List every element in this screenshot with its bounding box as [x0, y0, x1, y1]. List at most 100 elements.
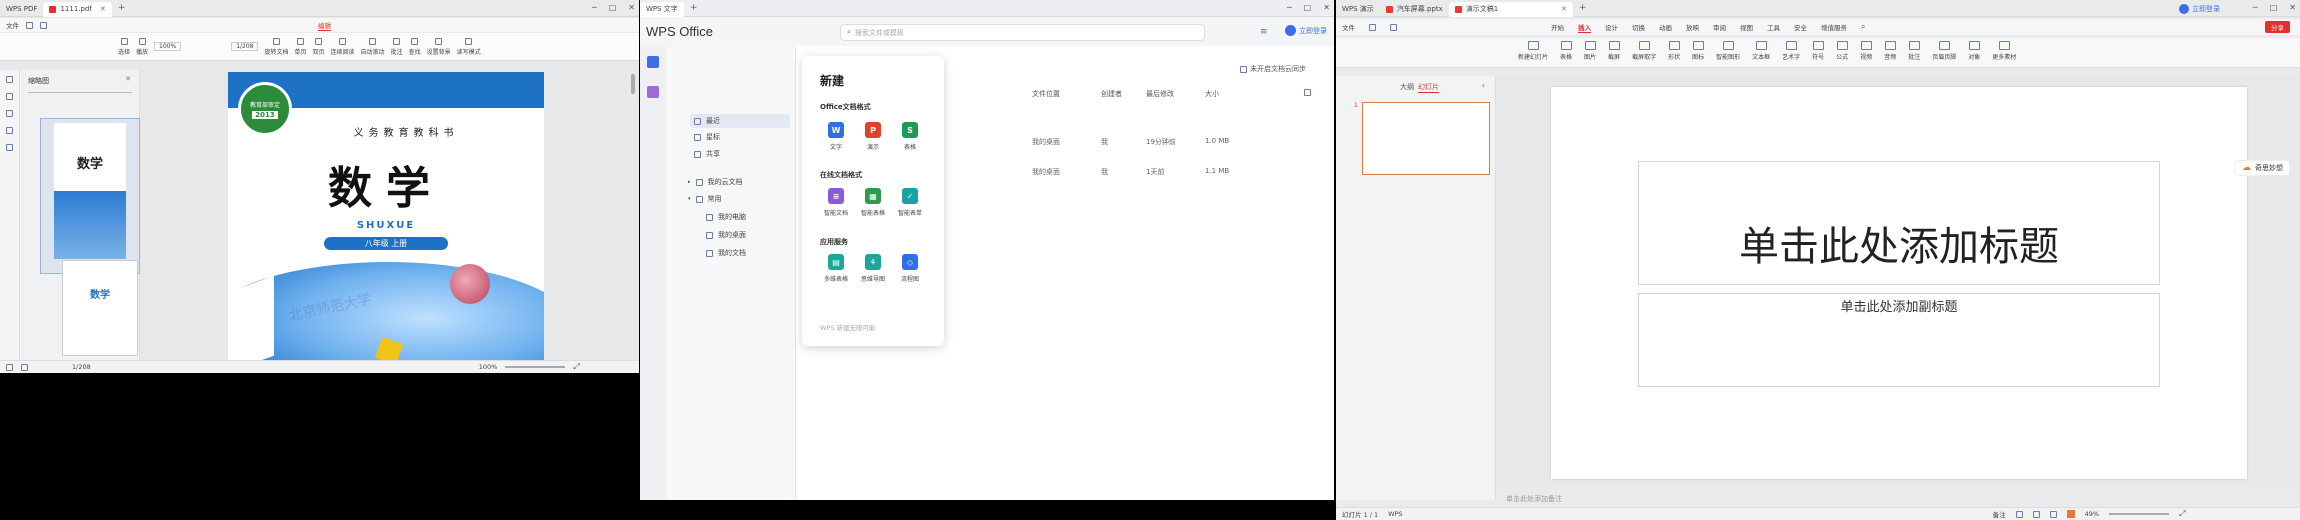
menu-transition[interactable]: 切换	[1632, 22, 1645, 32]
thumbnail-page-1[interactable]: 数学 第1页	[40, 118, 140, 274]
share-button[interactable]: 分享	[2265, 21, 2290, 33]
shape-button[interactable]: 形状	[1668, 41, 1680, 61]
fullscreen-icon[interactable]: ⤢	[573, 362, 579, 372]
first-page-icon[interactable]	[21, 363, 28, 371]
tab-wps-pdf[interactable]: WPS PDF	[0, 2, 43, 17]
ocr-button[interactable]: 截屏取字	[1632, 41, 1656, 61]
title-placeholder[interactable]: 单击此处添加标题	[1638, 161, 2160, 285]
smart-graphic-button[interactable]: 智能图形	[1716, 41, 1740, 61]
smart-doc-icon[interactable]: ≡	[828, 188, 844, 204]
single-page-tool[interactable]: 单页	[295, 37, 307, 56]
close-window-icon[interactable]: ✕	[628, 3, 635, 12]
textbox-button[interactable]: 文本框	[1752, 41, 1770, 61]
tab-outline[interactable]: 大纲	[1400, 82, 1414, 92]
save-icon[interactable]	[40, 21, 47, 29]
header-footer-button[interactable]: 页眉页脚	[1932, 41, 1956, 61]
menu-review[interactable]: 审阅	[1713, 22, 1726, 32]
collapse-icon[interactable]: ‹	[1482, 81, 1485, 90]
table-button[interactable]: 表格	[1560, 41, 1572, 61]
notes-area[interactable]: 单击此处添加备注	[1506, 494, 1562, 504]
tab-presentation1[interactable]: 演示文稿1 ✕	[1448, 1, 1573, 17]
col-location[interactable]: 文件位置	[1032, 89, 1060, 99]
object-button[interactable]: 对象	[1968, 41, 1980, 61]
menu-design[interactable]: 设计	[1605, 22, 1618, 32]
background-tool[interactable]: 设置背景	[427, 37, 451, 56]
more-assets-button[interactable]: 更多素材	[1992, 41, 2016, 61]
find-tool[interactable]: 查找	[409, 37, 421, 56]
spreadsheet-app-icon[interactable]: S	[902, 122, 918, 138]
menu-security[interactable]: 安全	[1794, 22, 1807, 32]
flowchart-icon[interactable]: ◇	[902, 254, 918, 270]
symbol-button[interactable]: 符号	[1812, 41, 1824, 61]
picture-button[interactable]: 图片	[1584, 41, 1596, 61]
new-slide-button[interactable]: 新建幻灯片	[1518, 41, 1548, 61]
nav-recent[interactable]: 最近	[690, 114, 790, 128]
minimize-icon[interactable]: ─	[1287, 3, 1292, 12]
screenshot-button[interactable]: 截屏	[1608, 41, 1620, 61]
tab-1111-pdf[interactable]: 1111.pdf ✕	[43, 1, 112, 17]
search-icon[interactable]: ⌕	[1861, 22, 1865, 32]
close-icon[interactable]: ✕	[1561, 5, 1567, 13]
sidebar-toggle-icon[interactable]	[6, 363, 13, 371]
rotate-tool[interactable]: 旋转文档	[264, 37, 289, 56]
zoom-slider[interactable]	[505, 366, 566, 368]
new-tab-plus-icon[interactable]: +	[1579, 3, 1587, 13]
col-modified[interactable]: 最后修改	[1146, 89, 1174, 99]
select-tool[interactable]: 选择	[118, 37, 130, 56]
status-zoom[interactable]: 49%	[2085, 510, 2099, 518]
zoom-slider[interactable]	[2109, 513, 2170, 515]
menu-file[interactable]: 文件	[1342, 22, 1355, 32]
reading-view-icon[interactable]	[2049, 510, 2057, 518]
close-panel-icon[interactable]: ✕	[125, 75, 131, 83]
minimize-icon[interactable]: ─	[2253, 3, 2258, 12]
col-creator[interactable]: 创建者	[1101, 89, 1122, 99]
thumb-size-slider[interactable]	[28, 92, 132, 93]
nav-my-computer[interactable]: 我的电脑	[706, 212, 746, 222]
close-window-icon[interactable]: ✕	[1323, 3, 1330, 12]
menu-tools[interactable]: 工具	[1767, 22, 1780, 32]
folder-icon[interactable]	[26, 21, 33, 29]
menu-view[interactable]: 视图	[1740, 22, 1753, 32]
undo-icon[interactable]	[1390, 23, 1397, 31]
smart-form-icon[interactable]: ✓	[902, 188, 918, 204]
multi-table-icon[interactable]: ▤	[828, 254, 844, 270]
tab-wps-writer[interactable]: WPS 文字	[640, 1, 684, 17]
nav-common[interactable]: ▾ 常用	[688, 194, 722, 204]
icons-button[interactable]: 图标	[1692, 41, 1704, 61]
col-size[interactable]: 大小	[1205, 89, 1219, 99]
play-icon[interactable]	[2066, 510, 2075, 518]
new-tab-plus-icon[interactable]: +	[118, 3, 126, 13]
nav-cloud-docs[interactable]: ▸ 我的云文档	[688, 177, 743, 187]
annotate-tool[interactable]: 批注	[391, 37, 403, 56]
smart-sheet-icon[interactable]: ▦	[865, 188, 881, 204]
menu-home[interactable]: 开始	[1551, 22, 1564, 32]
comment-icon[interactable]	[6, 110, 13, 117]
maximize-icon[interactable]: □	[1304, 3, 1312, 12]
slide-thumbnail[interactable]	[1362, 102, 1490, 175]
wordart-button[interactable]: 艺术字	[1782, 41, 1800, 61]
formula-button[interactable]: 公式	[1836, 41, 1848, 61]
tab-wps-present[interactable]: WPS 演示	[1336, 2, 1380, 17]
play-tool[interactable]: 播放	[136, 37, 148, 56]
page-box[interactable]: 1/208	[231, 42, 259, 51]
mindmap-icon[interactable]: ⚘	[865, 254, 881, 270]
save-icon[interactable]	[1369, 23, 1376, 31]
status-zoom[interactable]: 100%	[479, 363, 498, 371]
login-link[interactable]: 立即登录	[1285, 25, 1327, 36]
video-button[interactable]: 视频	[1860, 41, 1872, 61]
menu-animation[interactable]: 动画	[1659, 22, 1672, 32]
continuous-tool[interactable]: 连续阅读	[331, 37, 355, 56]
docs-rail-icon[interactable]	[647, 56, 659, 68]
nav-shared[interactable]: 共享	[694, 149, 720, 159]
signature-icon[interactable]	[6, 144, 13, 151]
double-page-tool[interactable]: 双页	[313, 37, 325, 56]
nav-my-documents[interactable]: 我的文档	[706, 248, 746, 258]
nav-starred[interactable]: 星标	[694, 132, 720, 142]
status-page[interactable]: 1/208	[72, 363, 91, 371]
normal-view-icon[interactable]	[2015, 510, 2023, 518]
zoom-box[interactable]: 100%	[154, 42, 182, 51]
attachment-icon[interactable]	[6, 127, 13, 134]
close-window-icon[interactable]: ✕	[2289, 3, 2296, 12]
office-search-input[interactable]: ⌕ 搜索文件或模板	[840, 24, 1205, 41]
maximize-icon[interactable]: □	[2270, 3, 2278, 12]
